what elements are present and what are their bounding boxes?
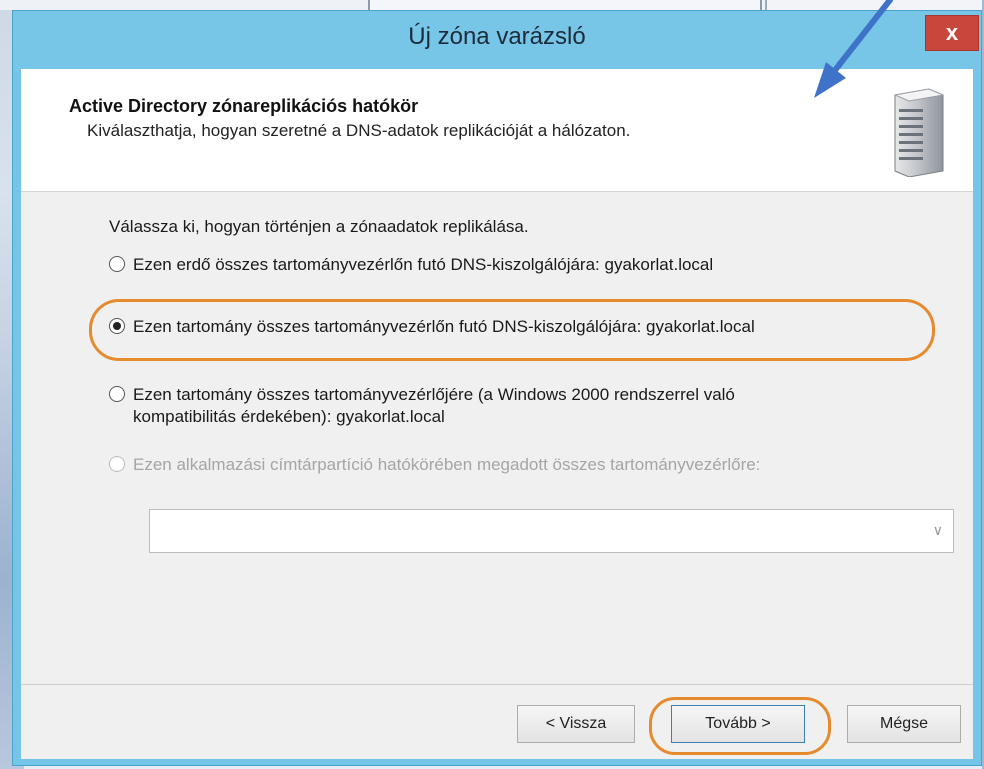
option-forest-label[interactable]: Ezen erdő összes tartományvezérlőn futó … bbox=[133, 255, 713, 275]
page-title: Active Directory zónareplikációs hatókör bbox=[69, 96, 419, 116]
back-button[interactable]: < Vissza bbox=[517, 705, 635, 743]
next-button[interactable]: Tovább > bbox=[671, 705, 805, 743]
option-domain-win2000-label-line1[interactable]: Ezen tartomány összes tartományvezérlőjé… bbox=[133, 385, 735, 405]
replication-prompt: Válassza ki, hogyan történjen a zónaadat… bbox=[109, 217, 529, 236]
radio-forest[interactable] bbox=[109, 256, 125, 272]
wizard-client-area: Active Directory zónareplikációs hatókör… bbox=[21, 69, 973, 759]
option-domain-label[interactable]: Ezen tartomány összes tartományvezérlőn … bbox=[133, 317, 755, 337]
pointer-arrow-icon bbox=[814, 0, 893, 98]
cancel-button[interactable]: Mégse bbox=[847, 705, 961, 743]
option-domain-win2000-label-line2[interactable]: kompatibilitás érdekében): gyakorlat.loc… bbox=[133, 407, 445, 427]
footer-divider bbox=[21, 684, 973, 685]
background-window-1 bbox=[368, 0, 762, 10]
close-button[interactable]: x bbox=[925, 15, 979, 51]
radio-partition bbox=[109, 456, 125, 472]
radio-domain[interactable] bbox=[109, 318, 125, 334]
radio-domain-win2000[interactable] bbox=[109, 386, 125, 402]
new-zone-wizard-window: Új zóna varázsló x Active Directory zóna… bbox=[12, 10, 982, 766]
chevron-down-icon: ∨ bbox=[932, 522, 943, 538]
partition-select: ∨ bbox=[149, 509, 954, 553]
option-partition-label: Ezen alkalmazási címtárpartíció hatóköré… bbox=[133, 455, 761, 474]
page-subtitle: Kiválaszthatja, hogyan szeretné a DNS-ad… bbox=[87, 121, 631, 140]
